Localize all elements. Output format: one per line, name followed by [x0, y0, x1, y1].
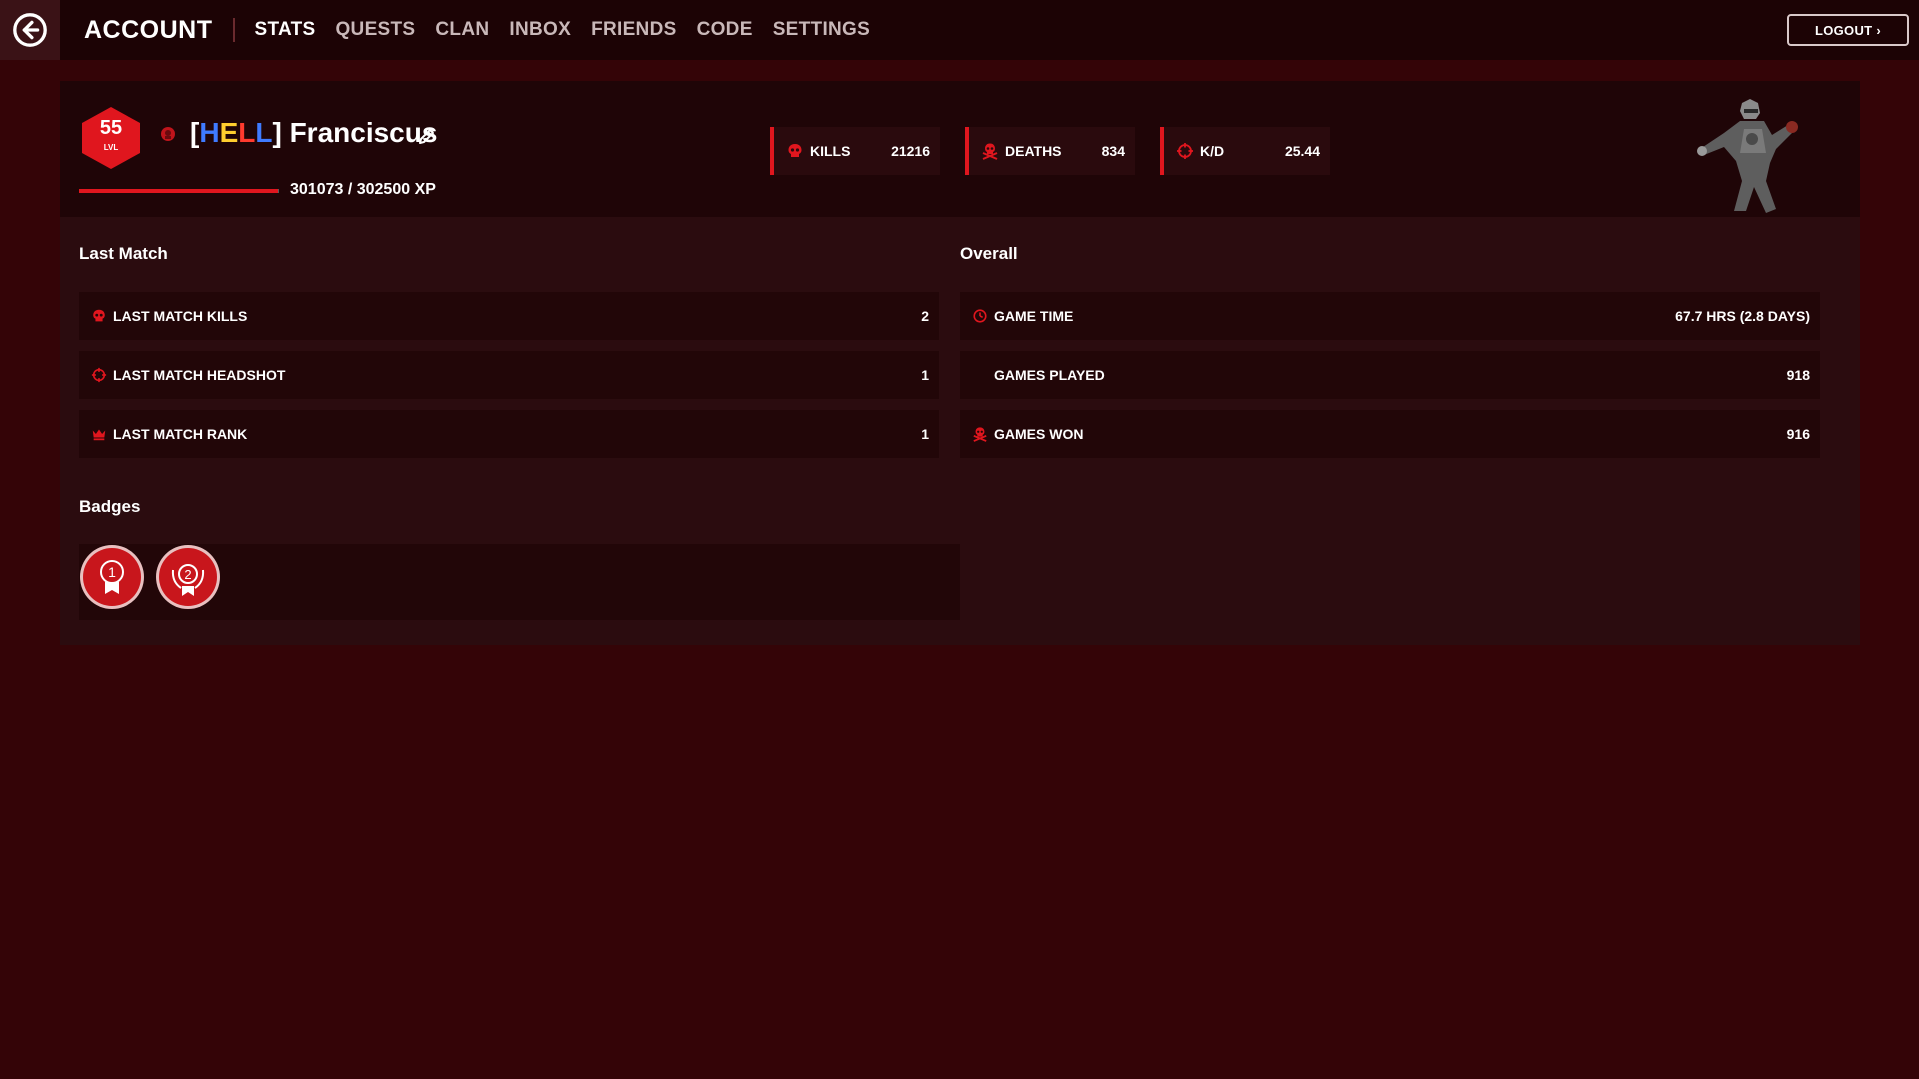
tab-quests[interactable]: QUESTS [335, 19, 415, 41]
row-icon-placeholder [972, 367, 988, 383]
badge-number: 2 [184, 567, 191, 582]
kills-value: 21216 [891, 143, 930, 159]
clan-tag-letter: E [219, 117, 239, 148]
row-label: LAST MATCH HEADSHOT [113, 367, 286, 383]
kd-stat: K/D 25.44 [1160, 127, 1330, 175]
level-label: LVL [103, 143, 119, 152]
row-label: GAMES WON [994, 426, 1084, 442]
tab-friends[interactable]: FRIENDS [591, 19, 677, 41]
page-title: ACCOUNT [84, 15, 213, 44]
tab-inbox[interactable]: INBOX [509, 19, 571, 41]
logout-label: LOGOUT [1814, 22, 1873, 38]
back-button[interactable] [0, 0, 60, 60]
arrow-left-circle-icon [13, 13, 47, 47]
player-name-text: Franciscus [289, 117, 438, 148]
badge-graphic: 2 [156, 545, 220, 609]
deaths-value: 834 [1101, 143, 1125, 159]
clock-icon [973, 309, 987, 323]
logout-button[interactable]: LOGOUT › [1787, 14, 1909, 46]
row-label: LAST MATCH KILLS [113, 308, 248, 324]
skull-crossbones-icon [982, 143, 998, 160]
level-badge: 55 LVL [78, 105, 144, 171]
pencil-edit-icon[interactable] [417, 126, 437, 146]
crown-icon [92, 429, 106, 441]
row-value: 1 [921, 426, 929, 442]
badges-title: Badges [79, 497, 141, 516]
xp-progress-fill [79, 189, 279, 193]
row-value: 67.7 HRS (2.8 DAYS) [1675, 308, 1810, 324]
tab-clan[interactable]: CLAN [435, 19, 489, 41]
kd-label: K/D [1200, 143, 1225, 159]
row-value: 2 [921, 308, 929, 324]
account-stats-panel: 55 LVL [HELL] Franciscus 301073 / 302500… [60, 81, 1860, 645]
crosshair-icon [1177, 143, 1193, 159]
row-label: LAST MATCH RANK [113, 426, 248, 442]
deaths-label: DEATHS [1005, 143, 1062, 159]
row-value: 916 [1786, 426, 1810, 442]
skull-crossbones-icon [973, 427, 987, 442]
games-won-row: GAMES WON 916 [960, 410, 1820, 458]
overall-title: Overall [960, 244, 1018, 263]
games-played-row: GAMES PLAYED 918 [960, 351, 1820, 399]
tab-stats[interactable]: STATS [255, 19, 316, 41]
clan-tag-letter: L [238, 117, 256, 148]
tab-settings[interactable]: SETTINGS [773, 19, 870, 41]
chevron-right-icon: › [1876, 22, 1882, 38]
second-place-laurel-medal-icon[interactable]: 2 [155, 544, 221, 610]
row-value: 918 [1786, 367, 1810, 383]
row-value: 1 [921, 367, 929, 383]
clan-bracket-open: [ [190, 117, 200, 148]
level-number: 55 [99, 117, 123, 139]
badge-graphic: 1 [80, 545, 144, 609]
first-place-medal-icon[interactable]: 1 [79, 544, 145, 610]
xp-text: 301073 / 302500 XP [290, 181, 436, 198]
row-label: GAMES PLAYED [994, 367, 1105, 383]
kd-value: 25.44 [1284, 143, 1320, 159]
player-name: [HELL] Franciscus [190, 117, 437, 149]
top-navigation-bar: ACCOUNT STATS QUESTS CLAN INBOX FRIENDS … [0, 0, 1919, 60]
clan-tag-letter: L [255, 117, 273, 148]
last-match-headshot-row: LAST MATCH HEADSHOT 1 [79, 351, 939, 399]
kills-label: KILLS [810, 143, 851, 159]
kills-stat: KILLS 21216 [770, 127, 940, 175]
xp-progress-bar [79, 189, 279, 193]
nav-divider [232, 18, 235, 42]
tab-code[interactable]: CODE [697, 19, 753, 41]
badges-list: 1 2 [79, 544, 960, 620]
last-match-kills-row: LAST MATCH KILLS 2 [79, 292, 939, 340]
game-time-row: GAME TIME 67.7 HRS (2.8 DAYS) [960, 292, 1820, 340]
skull-icon [788, 144, 802, 157]
nav-tabs: STATS QUESTS CLAN INBOX FRIENDS CODE SET… [255, 19, 871, 41]
last-match-title: Last Match [79, 244, 168, 263]
crosshair-icon [91, 367, 107, 383]
character-avatar [1697, 99, 1798, 213]
row-label: GAME TIME [994, 308, 1074, 324]
profile-header: 55 LVL [HELL] Franciscus 301073 / 302500… [60, 81, 1860, 217]
skull-icon [93, 309, 105, 322]
deaths-stat: DEATHS 834 [965, 127, 1135, 175]
badge-number: 1 [108, 564, 116, 580]
clan-bracket-close: ] [272, 117, 282, 148]
last-match-rank-row: LAST MATCH RANK 1 [79, 410, 939, 458]
clan-tag-letter: H [199, 117, 220, 148]
clan-emblem-icon [161, 127, 175, 141]
